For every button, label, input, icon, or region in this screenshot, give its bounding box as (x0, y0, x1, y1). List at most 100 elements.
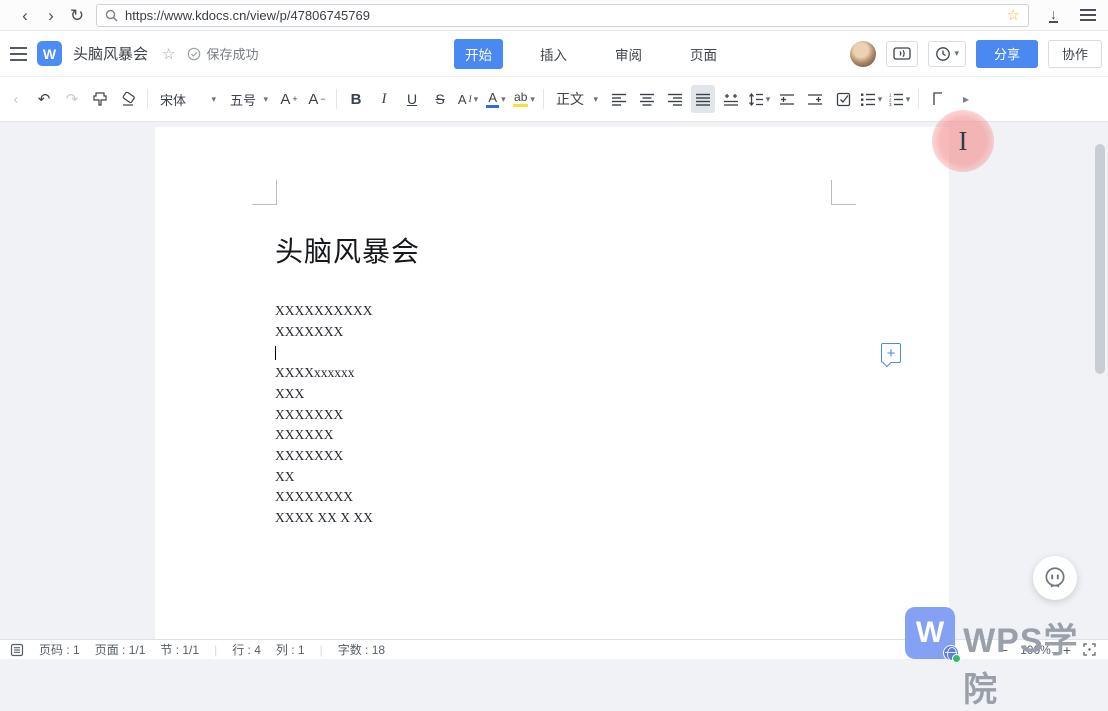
doc-line[interactable]: XXXXXXX (275, 405, 373, 426)
watermark-text: WPS学院 (963, 613, 1108, 711)
doc-line[interactable]: XXXXXXX (275, 322, 373, 343)
add-comment-button[interactable]: + (881, 343, 901, 363)
italic-button[interactable]: I (372, 85, 396, 113)
doc-line[interactable]: XXXXxxxxxx (275, 363, 373, 384)
status-section: 节 : 1/1 (160, 641, 199, 658)
vertical-scrollbar-thumb[interactable] (1095, 144, 1105, 374)
decrease-font-button[interactable]: A− (305, 85, 329, 113)
font-size-select[interactable]: 五号 ▾ (225, 85, 273, 113)
assistant-robot-icon (1042, 565, 1068, 591)
reload-icon[interactable]: ↻ (64, 7, 90, 24)
align-center-button[interactable] (635, 85, 659, 113)
eraser-icon (120, 92, 137, 107)
justify-button[interactable] (691, 85, 715, 113)
saved-check-icon (187, 47, 201, 61)
history-button[interactable]: ▾ (928, 41, 966, 67)
insert-tool-button[interactable] (926, 85, 950, 113)
page-settings-icon[interactable] (10, 643, 24, 657)
collaborate-button[interactable]: 协作 (1048, 40, 1102, 68)
underline-button[interactable]: U (400, 85, 424, 113)
font-family-select[interactable]: 宋体 ▾ (155, 85, 221, 113)
document-heading[interactable]: 头脑风暴会 (275, 230, 420, 270)
highlight-icon: ab (513, 91, 528, 107)
align-left-icon (611, 93, 627, 106)
numbered-list-button[interactable]: 123 ▾ (887, 85, 911, 113)
decrease-indent-button[interactable] (775, 85, 799, 113)
doc-line-with-cursor[interactable] (275, 342, 373, 363)
clear-format-button[interactable] (116, 85, 140, 113)
toolbar-scroll-right-icon[interactable]: ▸ (954, 85, 978, 113)
doc-line[interactable]: XXXXXXXXXX (275, 301, 373, 322)
caret-down-icon: ▾ (263, 94, 268, 105)
doc-line[interactable]: XXXXXXX (275, 446, 373, 467)
wps-writer-logo[interactable]: W (37, 41, 62, 66)
forward-icon[interactable]: › (38, 7, 64, 24)
document-page[interactable]: 头脑风暴会 XXXXXXXXXX XXXXXXX XXXXxxxxxx XXX … (155, 127, 949, 639)
increase-indent-button[interactable] (803, 85, 827, 113)
tab-review[interactable]: 审阅 (604, 39, 653, 69)
char-spacing-button[interactable] (719, 85, 743, 113)
ribbon-tabs: 开始 插入 审阅 页面 (454, 39, 728, 69)
doc-line[interactable]: XXXXXX (275, 425, 373, 446)
assistant-button[interactable] (1033, 556, 1077, 600)
divider (918, 89, 919, 109)
style-value: 正文 (556, 89, 584, 109)
tab-home[interactable]: 开始 (454, 39, 503, 69)
doc-line[interactable]: XXXX XX X XX (275, 508, 373, 529)
line-text: XXXX XX X XX (275, 510, 373, 525)
back-icon[interactable]: ‹ (12, 7, 38, 24)
line-text: XXXXXXXXXX (275, 303, 373, 318)
caret-down-icon: ▾ (906, 94, 911, 105)
paragraph-style-select[interactable]: 正文 ▾ (551, 85, 603, 113)
format-painter-button[interactable] (88, 85, 112, 113)
grow-label: A (280, 91, 290, 108)
doc-line[interactable]: XX (275, 467, 373, 488)
undo-button[interactable]: ↶ (32, 85, 56, 113)
user-avatar[interactable] (850, 41, 876, 67)
tab-page[interactable]: 页面 (679, 39, 728, 69)
app-menu-icon[interactable] (10, 53, 27, 55)
url-text[interactable]: https://www.kdocs.cn/view/p/47806745769 (125, 8, 1000, 23)
shrink-label: A (308, 91, 318, 108)
address-bar[interactable]: https://www.kdocs.cn/view/p/47806745769 … (96, 4, 1029, 27)
bold-button[interactable]: B (344, 85, 368, 113)
align-right-button[interactable] (663, 85, 687, 113)
bookmark-star-icon[interactable]: ☆ (1007, 6, 1020, 24)
numbered-list-icon: 123 (888, 93, 904, 106)
line-text: XXXXXXX (275, 324, 343, 339)
plus-icon: + (887, 345, 896, 362)
browser-menu-icon[interactable] (1080, 14, 1096, 16)
doc-line[interactable]: XXX (275, 384, 373, 405)
present-button[interactable] (886, 41, 918, 67)
tab-insert[interactable]: 插入 (529, 39, 578, 69)
document-title[interactable]: 头脑风暴会 (73, 43, 148, 64)
margin-corner-topright (831, 180, 856, 205)
task-list-button[interactable] (831, 85, 855, 113)
doc-line[interactable]: XXXXXXXX (275, 487, 373, 508)
line-spacing-button[interactable]: ▾ (747, 85, 771, 113)
caret-down-icon: ▾ (766, 94, 771, 105)
divider (147, 89, 148, 109)
text-effects-button[interactable]: AI▾ (456, 85, 480, 113)
screen-share-icon (893, 46, 911, 61)
strikethrough-button[interactable]: S (428, 85, 452, 113)
document-body[interactable]: XXXXXXXXXX XXXXXXX XXXXxxxxxx XXX XXXXXX… (275, 301, 373, 529)
download-icon[interactable]: ↓ (1049, 7, 1058, 24)
increase-font-button[interactable]: A+ (277, 85, 301, 113)
titlebar-actions: ▾ 分享 协作 (850, 40, 1102, 68)
partial-tool-icon (933, 92, 943, 106)
font-color-button[interactable]: A▾ (484, 85, 508, 113)
line-text: XXXXXX (275, 427, 334, 442)
line-text: XXXXXXXX (275, 489, 353, 504)
justify-icon (695, 93, 711, 106)
align-left-button[interactable] (607, 85, 631, 113)
highlight-color-button[interactable]: ab▾ (512, 85, 536, 113)
effects-label: A (458, 92, 467, 107)
share-button[interactable]: 分享 (976, 40, 1038, 68)
status-page-number: 页码 : 1 (39, 641, 80, 658)
bullet-list-button[interactable]: ▾ (859, 85, 883, 113)
mouse-cursor-highlight: I (932, 110, 994, 172)
line-text: XXXXxxxxxx (275, 365, 355, 380)
favorite-star-icon[interactable]: ☆ (162, 45, 175, 63)
divider: | (214, 643, 217, 657)
